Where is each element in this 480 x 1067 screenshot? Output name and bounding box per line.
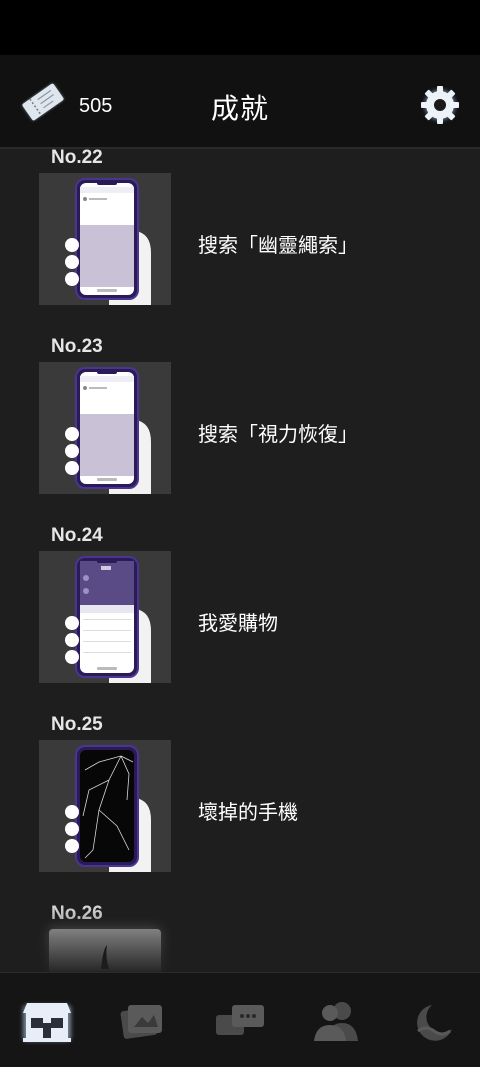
nav-shop-icon[interactable] — [17, 991, 77, 1051]
achievement-number: No.22 — [51, 147, 103, 168]
achievement-item[interactable]: No.23 搜索「視力恢復」 — [0, 336, 480, 525]
achievement-item[interactable]: No.22 搜索「幽靈繩索」 — [0, 147, 480, 336]
achievement-thumbnail — [39, 740, 171, 872]
achievement-list[interactable]: No.22 搜索「幽靈繩索」 No.23 搜索「視力恢復」 No.24 我愛購物… — [0, 147, 480, 972]
achievement-item[interactable]: No.26 — [0, 903, 480, 972]
page-title: 成就 — [210, 93, 269, 124]
achievement-label: 壞掉的手機 — [198, 802, 298, 824]
achievement-number: No.24 — [51, 525, 103, 546]
achievement-number: No.25 — [51, 714, 103, 735]
achievement-item[interactable]: No.25 壞掉的手機 — [0, 714, 480, 903]
achievement-number: No.23 — [51, 336, 103, 357]
bottom-nav — [0, 972, 480, 1067]
header: 505 成就 — [0, 55, 480, 149]
nav-characters-icon[interactable] — [306, 991, 366, 1051]
achievement-label: 我愛購物 — [198, 613, 278, 635]
nav-moon-icon[interactable] — [402, 991, 462, 1051]
nav-album-icon[interactable] — [112, 991, 172, 1051]
gear-icon[interactable] — [418, 83, 462, 127]
nav-messages-icon[interactable] — [210, 991, 270, 1051]
achievement-number: No.26 — [51, 903, 103, 924]
achievement-label: 搜索「視力恢復」 — [198, 424, 358, 446]
achievement-label: 搜索「幽靈繩索」 — [198, 235, 358, 257]
achievement-thumbnail — [49, 929, 161, 972]
status-bar — [0, 0, 480, 55]
achievement-thumbnail — [39, 362, 171, 494]
achievement-item[interactable]: No.24 我愛購物 — [0, 525, 480, 714]
achievement-thumbnail — [39, 173, 171, 305]
achievement-thumbnail — [39, 551, 171, 683]
